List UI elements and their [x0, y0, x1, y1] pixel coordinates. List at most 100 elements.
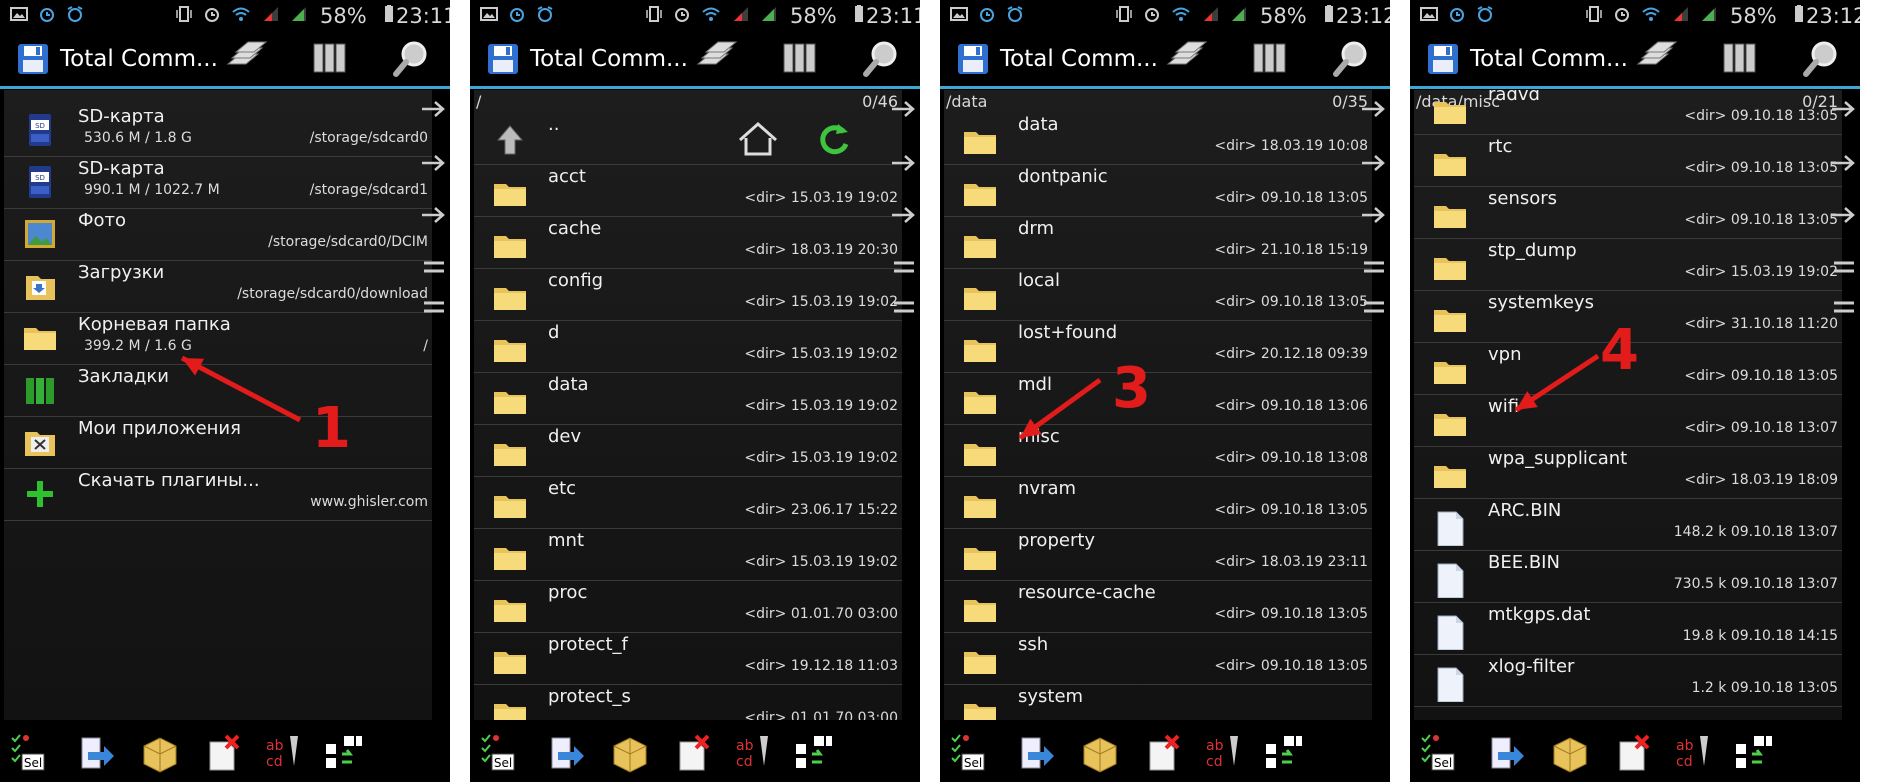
search-button[interactable] [1330, 38, 1374, 84]
list-item[interactable]: Загрузки/storage/sdcard0/download [4, 260, 432, 313]
side-menu-button[interactable] [420, 256, 448, 278]
list-item[interactable]: Мои приложения [4, 416, 432, 469]
list-item[interactable]: rtc <dir> 09.10.18 13:05 [1414, 134, 1842, 187]
list-item[interactable]: d <dir> 15.03.19 19:02 [474, 320, 902, 373]
list-item[interactable]: lost+found <dir> 20.12.18 09:39 [944, 320, 1372, 373]
list-item[interactable]: cache <dir> 18.03.19 20:30 [474, 216, 902, 269]
bookmarks-button[interactable] [1248, 38, 1292, 84]
list-item[interactable]: protect_f <dir> 19.12.18 11:03 [474, 632, 902, 685]
side-menu-button[interactable] [420, 296, 448, 318]
list-item[interactable]: stp_dump <dir> 15.03.19 19:02 [1414, 238, 1842, 291]
list-item[interactable]: dev <dir> 15.03.19 19:02 [474, 424, 902, 477]
list-item[interactable]: ssh <dir> 09.10.18 13:05 [944, 632, 1372, 685]
side-menu-button[interactable] [1830, 296, 1858, 318]
side-menu-button[interactable] [1360, 256, 1388, 278]
copy-files-button[interactable] [224, 38, 268, 84]
move-button[interactable] [74, 732, 116, 774]
side-arrow-button[interactable] [890, 98, 918, 120]
list-item[interactable]: mtkgps.dat 19.8 k 09.10.18 14:15 [1414, 602, 1842, 655]
copy-files-button[interactable] [694, 38, 738, 84]
side-arrow-button[interactable] [1830, 204, 1858, 226]
move-button[interactable] [544, 732, 586, 774]
list-item[interactable]: misc <dir> 09.10.18 13:08 [944, 424, 1372, 477]
bookmarks-button[interactable] [1718, 38, 1762, 84]
list-item[interactable]: systemkeys <dir> 31.10.18 11:20 [1414, 290, 1842, 343]
move-button[interactable] [1014, 732, 1056, 774]
side-arrow-button[interactable] [890, 204, 918, 226]
side-arrow-button[interactable] [1830, 152, 1858, 174]
side-arrow-button[interactable] [1360, 98, 1388, 120]
side-arrow-button[interactable] [420, 204, 448, 226]
swap-panels-button[interactable] [1732, 732, 1774, 774]
side-menu-button[interactable] [1360, 296, 1388, 318]
list-item[interactable]: property <dir> 18.03.19 23:11 [944, 528, 1372, 581]
swap-panels-button[interactable] [322, 732, 364, 774]
copy-files-button[interactable] [1164, 38, 1208, 84]
list-item[interactable]: etc <dir> 23.06.17 15:22 [474, 476, 902, 529]
rename-button[interactable]: ab cd [262, 732, 304, 774]
side-arrow-button[interactable] [1360, 152, 1388, 174]
side-arrow-button[interactable] [420, 152, 448, 174]
pack-button[interactable] [1078, 732, 1120, 774]
move-button[interactable] [1484, 732, 1526, 774]
list-item[interactable]: Закладки [4, 364, 432, 417]
side-arrow-button[interactable] [890, 152, 918, 174]
delete-button[interactable] [1142, 732, 1184, 774]
select-button[interactable]: Sel [1418, 732, 1460, 774]
list-item[interactable]: xlog-filter 1.2 k 09.10.18 13:05 [1414, 654, 1842, 707]
rename-button[interactable]: ab cd [1202, 732, 1244, 774]
parent-dir-row[interactable]: .. [474, 112, 902, 165]
side-arrow-button[interactable] [420, 98, 448, 120]
list-item[interactable]: local <dir> 09.10.18 13:05 [944, 268, 1372, 321]
list-item[interactable]: proc <dir> 01.01.70 03:00 [474, 580, 902, 633]
list-item[interactable]: mnt <dir> 15.03.19 19:02 [474, 528, 902, 581]
search-button[interactable] [390, 38, 434, 84]
list-item[interactable]: BEE.BIN 730.5 k 09.10.18 13:07 [1414, 550, 1842, 603]
list-item[interactable]: mdl <dir> 09.10.18 13:06 [944, 372, 1372, 425]
refresh-icon[interactable] [814, 120, 852, 162]
search-button[interactable] [860, 38, 904, 84]
pack-button[interactable] [1548, 732, 1590, 774]
select-button[interactable]: Sel [948, 732, 990, 774]
delete-button[interactable] [672, 732, 714, 774]
list-item[interactable]: drm <dir> 21.10.18 15:19 [944, 216, 1372, 269]
search-button[interactable] [1800, 38, 1844, 84]
delete-button[interactable] [1612, 732, 1654, 774]
list-item[interactable]: nvram <dir> 09.10.18 13:05 [944, 476, 1372, 529]
copy-files-button[interactable] [1634, 38, 1678, 84]
list-item[interactable]: resource-cache <dir> 09.10.18 13:05 [944, 580, 1372, 633]
pack-button[interactable] [138, 732, 180, 774]
swap-panels-button[interactable] [792, 732, 834, 774]
bookmarks-button[interactable] [778, 38, 822, 84]
bookmarks-button[interactable] [308, 38, 352, 84]
list-item[interactable]: SD SD-карта 990.1 M / 1022.7 M/storage/sdc… [4, 156, 432, 209]
list-item[interactable]: acct <dir> 15.03.19 19:02 [474, 164, 902, 217]
list-item[interactable]: wpa_supplicant <dir> 18.03.19 18:09 [1414, 446, 1842, 499]
list-item[interactable]: ARC.BIN 148.2 k 09.10.18 13:07 [1414, 498, 1842, 551]
list-item[interactable]: sensors <dir> 09.10.18 13:05 [1414, 186, 1842, 239]
list-item[interactable]: vpn <dir> 09.10.18 13:05 [1414, 342, 1842, 395]
side-menu-button[interactable] [890, 296, 918, 318]
side-arrow-button[interactable] [1830, 98, 1858, 120]
select-button[interactable]: Sel [478, 732, 520, 774]
list-item[interactable]: protect_s <dir> 01.01.70 03:00 [474, 684, 902, 720]
rename-button[interactable]: ab cd [732, 732, 774, 774]
side-menu-button[interactable] [1830, 256, 1858, 278]
list-item[interactable]: Фото/storage/sdcard0/DCIM [4, 208, 432, 261]
list-item[interactable]: config <dir> 15.03.19 19:02 [474, 268, 902, 321]
list-item[interactable]: dontpanic <dir> 09.10.18 13:05 [944, 164, 1372, 217]
rename-button[interactable]: ab cd [1672, 732, 1714, 774]
list-item[interactable]: Скачать плагины... www.ghisler.com [4, 468, 432, 521]
delete-button[interactable] [202, 732, 244, 774]
list-item[interactable]: system [944, 684, 1372, 720]
pack-button[interactable] [608, 732, 650, 774]
list-item[interactable]: data <dir> 15.03.19 19:02 [474, 372, 902, 425]
list-item[interactable]: data <dir> 18.03.19 10:08 [944, 112, 1372, 165]
swap-panels-button[interactable] [1262, 732, 1304, 774]
side-menu-button[interactable] [890, 256, 918, 278]
list-item[interactable]: SD SD-карта 530.6 M / 1.8 G/storage/sdcard… [4, 104, 432, 157]
side-arrow-button[interactable] [1360, 204, 1388, 226]
select-button[interactable]: Sel [8, 732, 50, 774]
list-item[interactable]: wifi <dir> 09.10.18 13:07 [1414, 394, 1842, 447]
list-item[interactable]: Корневая папка 399.2 M / 1.6 G / [4, 312, 432, 365]
